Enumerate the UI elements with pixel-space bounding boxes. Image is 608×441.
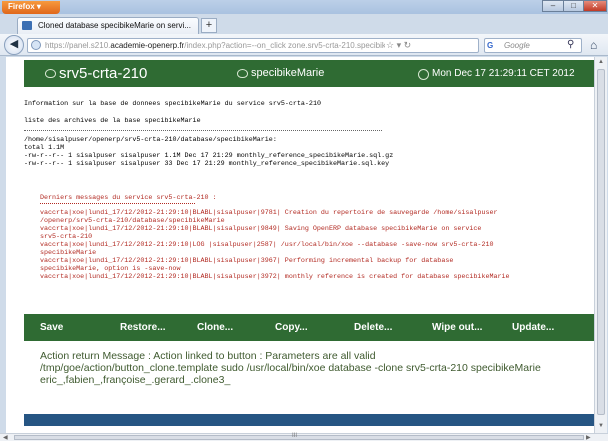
copy-button[interactable]: Copy... (275, 314, 308, 341)
log-line: vaccrta|xoe|lundi_17/12/2012-21:29:10|BL… (40, 209, 498, 217)
url-text[interactable]: https://panel.s210.academie-openerp.fr/i… (45, 39, 385, 52)
server-db-icon (45, 69, 56, 78)
page-favicon-icon (22, 21, 32, 30)
scroll-right-icon[interactable]: ▶ (586, 434, 591, 441)
info-database-line: Information sur la base de donnees speci… (24, 100, 321, 108)
update-button[interactable]: Update... (512, 314, 554, 341)
clock-icon (418, 69, 429, 80)
url-prefix: https://panel.s210. (45, 41, 111, 50)
header-datetime: Mon Dec 17 21:29:11 CET 2012 (432, 68, 575, 79)
site-identity-icon[interactable] (31, 40, 41, 50)
wipe-out-button[interactable]: Wipe out... (432, 314, 482, 341)
maximize-button[interactable]: □ (563, 0, 584, 12)
log-line: /openerp/srv5-crta-210/database/specibik… (40, 217, 225, 225)
log-line: specibikeMarie, option is -save-now (40, 265, 181, 273)
restore-button[interactable]: Restore... (120, 314, 166, 341)
log-line: vaccrta|xoe|lundi_17/12/2012-21:29:10|LO… (40, 241, 494, 249)
url-path: /index.php?action=--on_click zone.srv5-c… (184, 41, 385, 50)
minimize-button[interactable]: – (542, 0, 564, 12)
tab-cloned-database[interactable]: Cloned database specibikeMarie on servi.… (17, 17, 199, 34)
archive-file-key: -rw-r--r-- 1 sisalpuser sisalpuser 33 De… (24, 160, 390, 168)
archives-list-title: liste des archives de la base specibikeM… (24, 117, 201, 125)
archive-path: /home/sisalpuser/openerp/srv5-crta-210/d… (24, 136, 277, 144)
scroll-grip: III (292, 433, 298, 439)
delete-button[interactable]: Delete... (354, 314, 392, 341)
back-arrow-icon[interactable]: ◀ (4, 35, 24, 55)
horizontal-scrollbar[interactable]: ◀ III ▶ (0, 433, 608, 441)
log-title: Derniers messages du service srv5-crta-2… (40, 194, 217, 202)
firefox-menu-button[interactable]: Firefox ▾ (2, 1, 60, 14)
horizontal-scroll-thumb[interactable] (14, 435, 584, 440)
scroll-left-icon[interactable]: ◀ (3, 434, 8, 441)
footer-bar (24, 414, 595, 426)
action-toolbar (24, 314, 595, 341)
archive-total: total 1.1M (24, 144, 65, 152)
clone-button[interactable]: Clone... (197, 314, 233, 341)
save-button[interactable]: Save (40, 314, 63, 341)
scroll-down-icon[interactable]: ▼ (598, 423, 604, 429)
search-placeholder: Google (504, 41, 530, 50)
action-message-command: /tmp/goe/action/button_clone.template su… (40, 362, 541, 374)
log-line: srv5-crta-210 (40, 233, 93, 241)
home-icon[interactable]: ⌂ (590, 38, 597, 52)
log-separator (40, 203, 195, 204)
log-line: vaccrta|xoe|lundi_17/12/2012-21:29:10|BL… (40, 225, 482, 233)
url-domain: academie-openerp.fr (110, 41, 185, 50)
separator-line (24, 130, 382, 131)
search-icon[interactable]: ⚲ (567, 39, 574, 51)
reload-icon[interactable]: ↻ (404, 40, 412, 50)
action-message-title: Action return Message : Action linked to… (40, 350, 376, 362)
database-icon (237, 69, 248, 78)
server-name: srv5-crta-210 (59, 65, 148, 82)
scroll-up-icon[interactable]: ▲ (598, 59, 604, 65)
action-message-args: eric_,fabien_,françoise_.gerard_.clone3_ (40, 374, 231, 386)
archive-file-gz: -rw-r--r-- 1 sisalpuser sisalpuser 1.1M … (24, 152, 394, 160)
vertical-scrollbar[interactable]: ▲ ▼ (594, 57, 607, 433)
database-name: specibikeMarie (251, 67, 325, 79)
google-engine-icon[interactable]: G (487, 40, 501, 51)
close-window-button[interactable]: ✕ (583, 0, 607, 12)
log-line: vaccrta|xoe|lundi_17/12/2012-21:29:10|BL… (40, 257, 454, 265)
log-line: vaccrta|xoe|lundi_17/12/2012-21:29:10|BL… (40, 273, 510, 281)
window-titlebar (0, 0, 608, 14)
new-tab-button[interactable]: + (201, 18, 217, 33)
log-line: specibikeMarie (40, 249, 97, 257)
vertical-scroll-thumb[interactable] (597, 69, 605, 415)
bookmark-star-icon[interactable]: ☆ ▾ ↻ (386, 39, 411, 52)
